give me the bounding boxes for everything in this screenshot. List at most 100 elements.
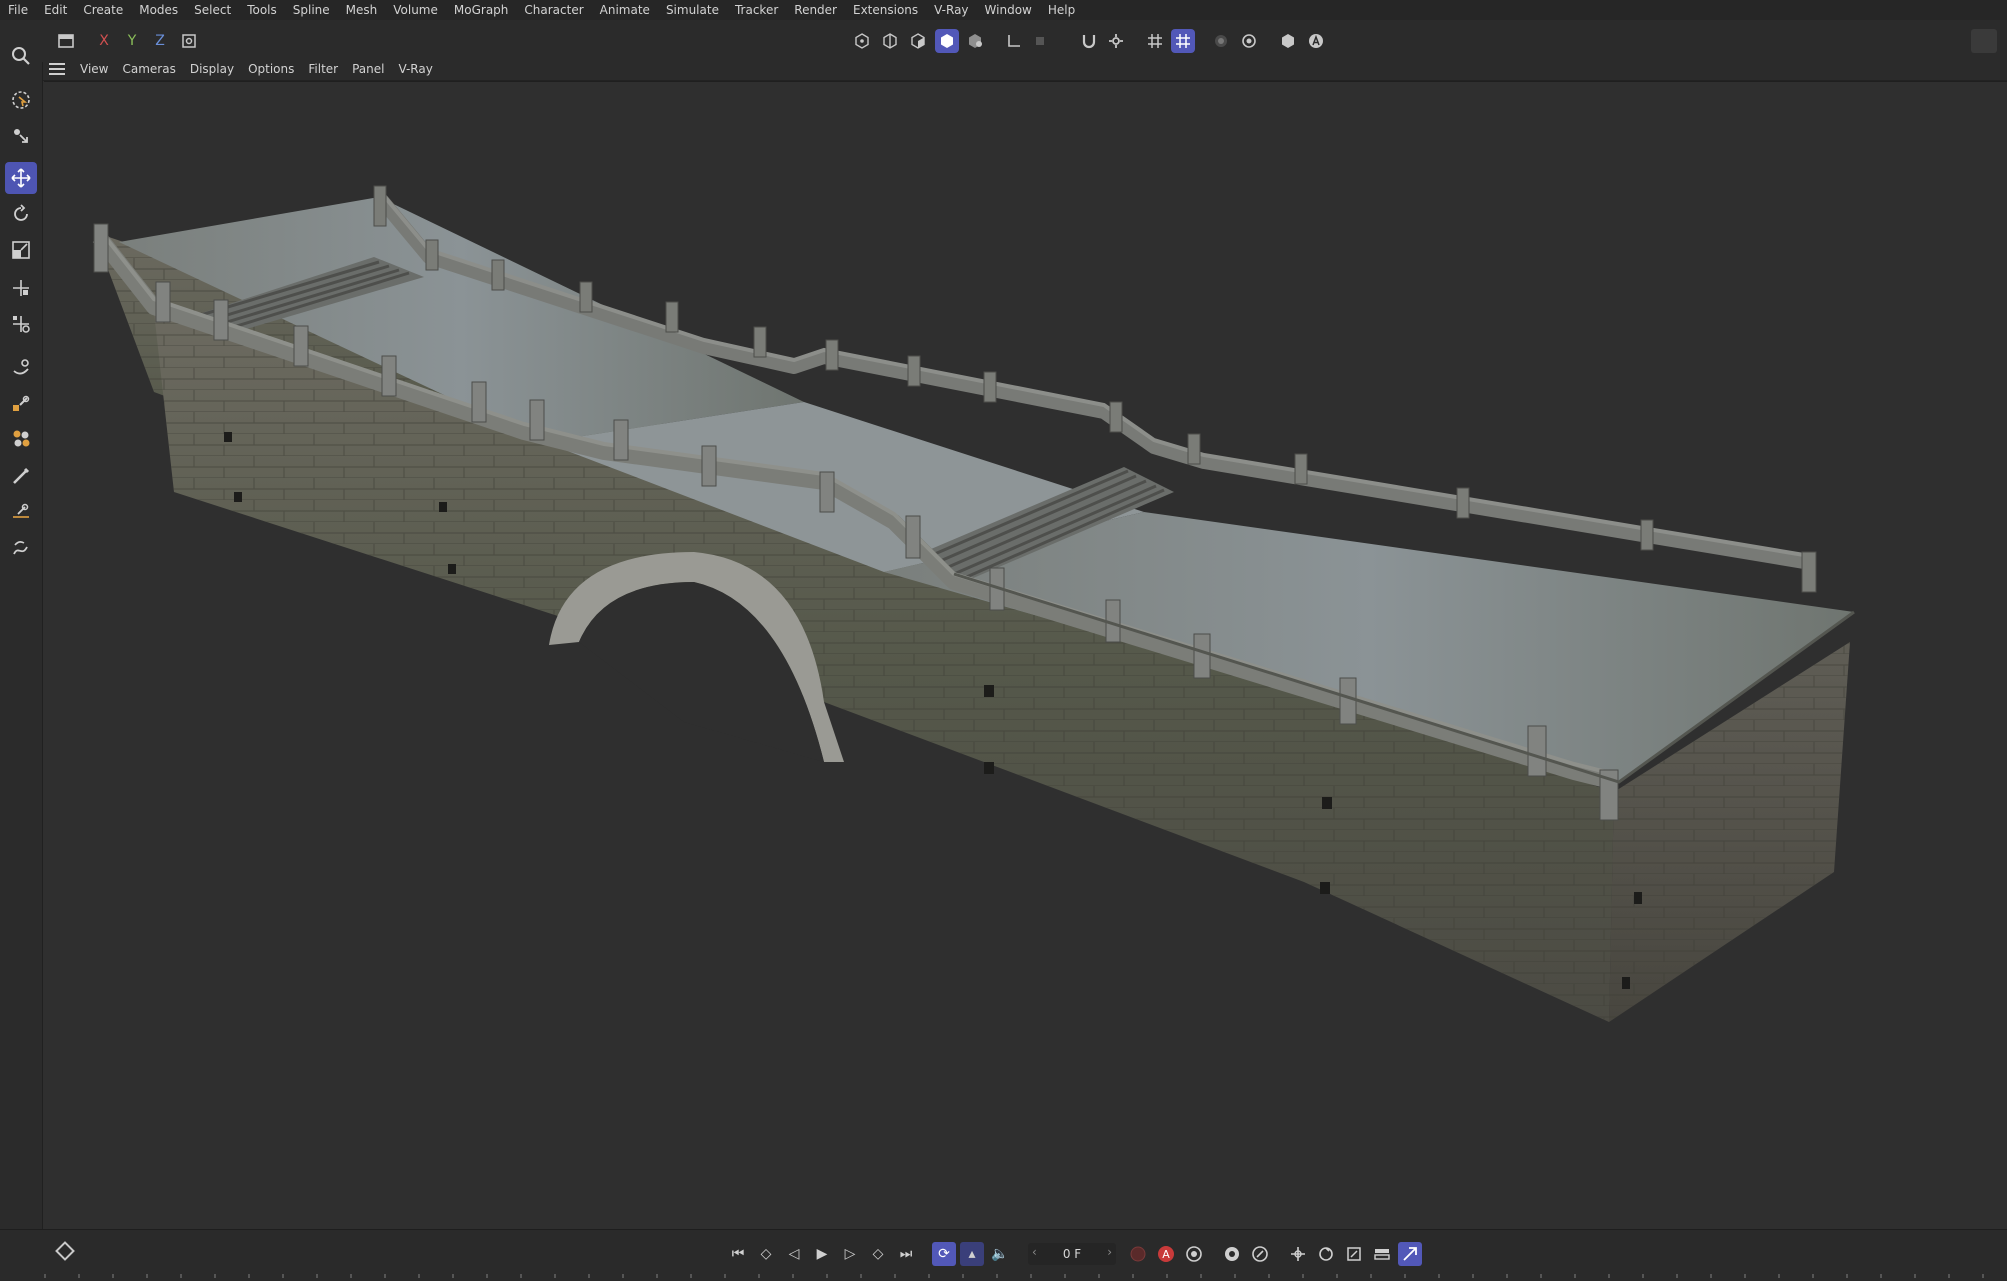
rotate-icon[interactable] (5, 198, 37, 230)
menu-spline[interactable]: Spline (285, 0, 338, 20)
move-icon[interactable] (5, 162, 37, 194)
spline-pen-icon[interactable] (5, 532, 37, 564)
viewport-menu-vray[interactable]: V-Ray (391, 58, 439, 80)
menu-file[interactable]: File (0, 0, 36, 20)
grid-icon[interactable] (1143, 29, 1167, 53)
menu-help[interactable]: Help (1040, 0, 1083, 20)
menu-window[interactable]: Window (977, 0, 1040, 20)
menu-character[interactable]: Character (516, 0, 591, 20)
multi-transform-icon[interactable] (5, 308, 37, 340)
ruler-tick (452, 1274, 454, 1278)
playback-mode-icon[interactable]: ▴ (960, 1242, 984, 1266)
menu-volume[interactable]: Volume (385, 0, 446, 20)
viewport-menu-view[interactable]: View (73, 58, 115, 80)
transform-icon[interactable] (5, 272, 37, 304)
point-level-animation-icon[interactable] (1370, 1242, 1394, 1266)
menu-extensions[interactable]: Extensions (845, 0, 926, 20)
render-view-icon[interactable] (1209, 29, 1233, 53)
previous-frame-icon[interactable]: ◁ (782, 1242, 806, 1266)
texture-mode-icon[interactable] (963, 29, 987, 53)
selection-tool-icon[interactable] (5, 120, 37, 152)
polygon-pen-icon[interactable] (5, 388, 37, 420)
brush-icon[interactable] (5, 460, 37, 492)
menu-tools[interactable]: Tools (239, 0, 285, 20)
menu-edit[interactable]: Edit (36, 0, 75, 20)
next-frame-icon[interactable]: ▷ (838, 1242, 862, 1266)
scale-key-icon[interactable] (1248, 1242, 1272, 1266)
previous-key-icon[interactable]: ◇ (754, 1242, 778, 1266)
scale-icon[interactable] (5, 234, 37, 266)
record-active-objects-icon[interactable] (1126, 1242, 1150, 1266)
viewport-menu-options[interactable]: Options (241, 58, 301, 80)
vray-frame-buffer-icon[interactable] (1276, 29, 1300, 53)
keyframe-selection-icon[interactable] (1182, 1242, 1206, 1266)
edges-mode-icon[interactable] (878, 29, 902, 53)
points-mode-icon[interactable] (850, 29, 874, 53)
current-frame-field[interactable]: ‹ 0 F › (1028, 1243, 1116, 1265)
undo-view-icon[interactable] (54, 29, 78, 53)
menu-select[interactable]: Select (186, 0, 239, 20)
menu-create[interactable]: Create (75, 0, 131, 20)
search-icon[interactable] (5, 40, 37, 72)
frame-increment-icon[interactable]: › (1107, 1245, 1112, 1259)
tweak-mode-icon[interactable] (1028, 29, 1052, 53)
live-select-icon[interactable] (5, 84, 37, 116)
ruler-tick (656, 1274, 658, 1278)
ruler-tick (1608, 1274, 1610, 1278)
lock-x-axis-button[interactable]: X (92, 29, 116, 53)
3d-viewport[interactable] (44, 81, 2007, 1230)
menu-animate[interactable]: Animate (592, 0, 658, 20)
position-key-icon[interactable] (1220, 1242, 1244, 1266)
polygons-mode-icon[interactable] (906, 29, 930, 53)
menu-mograph[interactable]: MoGraph (446, 0, 517, 20)
magnet-icon[interactable] (5, 496, 37, 528)
menu-vray[interactable]: V-Ray (926, 0, 976, 20)
frame-decrement-icon[interactable]: ‹ (1032, 1245, 1037, 1259)
go-to-end-icon[interactable]: ⏭ (894, 1242, 918, 1266)
snap-magnet-icon[interactable] (1077, 29, 1101, 53)
viewport-menu-filter[interactable]: Filter (301, 58, 345, 80)
menu-render[interactable]: Render (786, 0, 845, 20)
ruler-tick (690, 1274, 692, 1278)
play-icon[interactable]: ▶ (810, 1242, 834, 1266)
ruler-tick (486, 1274, 488, 1278)
layout-icon[interactable] (1971, 29, 1997, 53)
menu-tracker[interactable]: Tracker (727, 0, 786, 20)
autokey-icon[interactable]: A (1154, 1242, 1178, 1266)
sound-icon[interactable]: 🔈 (988, 1242, 1012, 1266)
move-key-icon[interactable] (1286, 1242, 1310, 1266)
snap-settings-icon[interactable] (1104, 29, 1128, 53)
ruler-tick (316, 1274, 318, 1278)
viewport-hamburger-icon[interactable] (49, 63, 65, 75)
coordinate-system-icon[interactable] (177, 29, 201, 53)
lock-y-axis-button[interactable]: Y (120, 29, 144, 53)
menu-simulate[interactable]: Simulate (658, 0, 727, 20)
model-mode-icon[interactable] (935, 29, 959, 53)
viewport-menu-cameras[interactable]: Cameras (115, 58, 182, 80)
rotation-key-icon[interactable] (1314, 1242, 1338, 1266)
viewport-menu-display[interactable]: Display (183, 58, 241, 80)
loop-icon[interactable]: ⟳ (932, 1242, 956, 1266)
workplane-grid-icon[interactable] (1171, 29, 1195, 53)
scheme-icon[interactable] (1398, 1242, 1422, 1266)
ruler-tick (350, 1274, 352, 1278)
menu-modes[interactable]: Modes (131, 0, 186, 20)
lock-z-axis-button[interactable]: Z (148, 29, 172, 53)
menu-bar: File Edit Create Modes Select Tools Spli… (0, 0, 2007, 20)
extrude-icon[interactable] (5, 422, 37, 454)
go-to-start-icon[interactable]: ⏮ (726, 1242, 750, 1266)
frame-ruler[interactable] (44, 1274, 2004, 1280)
ruler-tick (928, 1274, 930, 1278)
ruler-tick (1948, 1274, 1950, 1278)
knife-icon[interactable] (5, 352, 37, 384)
render-settings-icon[interactable] (1237, 29, 1261, 53)
keyframe-icon[interactable] (55, 1241, 75, 1261)
ruler-tick (1744, 1274, 1746, 1278)
next-key-icon[interactable]: ◇ (866, 1242, 890, 1266)
axis-mode-icon[interactable] (1002, 29, 1026, 53)
parameter-key-icon[interactable] (1342, 1242, 1366, 1266)
ruler-tick (554, 1274, 556, 1278)
menu-mesh[interactable]: Mesh (338, 0, 386, 20)
viewport-menu-panel[interactable]: Panel (345, 58, 391, 80)
vray-render-icon[interactable] (1304, 29, 1328, 53)
